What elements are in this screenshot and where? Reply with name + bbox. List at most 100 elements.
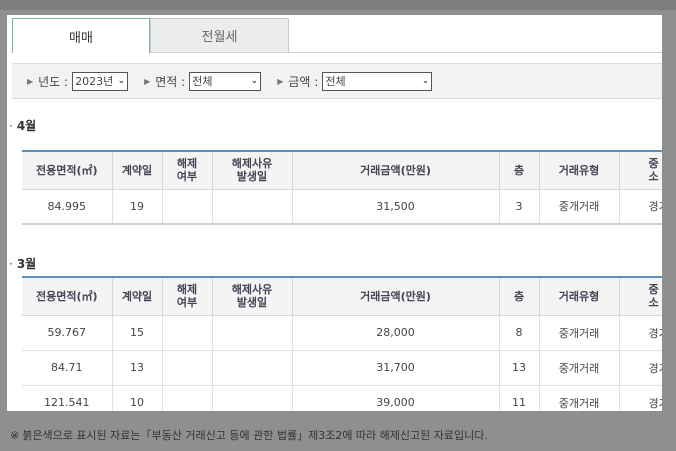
col-header-price[interactable]: 거래금액(만원) xyxy=(292,277,500,316)
col-header-contract-day[interactable]: 계약일 xyxy=(112,151,163,190)
caret-right-icon: ▶ xyxy=(27,76,34,86)
header-line: 여부 xyxy=(176,296,198,310)
area-select[interactable]: 전체 ⌄ xyxy=(189,71,262,91)
chevron-down-icon: ⌄ xyxy=(421,76,430,86)
cell-type: 중개거래 xyxy=(539,189,620,225)
table-header-row: 전용면적(㎡) 계약일 해제 여부 해제사유 발생일 거래금액(만원) 층 거래유형… xyxy=(22,277,662,316)
area-select-value: 전체 xyxy=(192,75,213,88)
col-header-trade-type: 거래유형 xyxy=(539,151,620,190)
header-line: 해제 xyxy=(176,157,198,171)
cell-area: 121.541 xyxy=(22,385,113,411)
amount-label: 금액 : xyxy=(288,74,319,89)
area-filter: ▶ 면적 : 전체 ⌄ xyxy=(144,71,262,91)
header-line: 중 xyxy=(648,157,659,171)
header-line: 해제사유 xyxy=(231,157,273,171)
header-line: 소 xyxy=(648,296,659,310)
header-line: 해제사유 xyxy=(231,283,273,297)
filter-bar: ▶ 년도 : 2023년 ⌄ ▶ 면적 : 전체 ⌄ ▶ 금액 : 전체 ⌄ xyxy=(12,63,662,99)
table-row: 121.541 10 39,000 11 중개거래 경기 xyxy=(22,385,662,411)
cell-cancel-date xyxy=(212,385,293,411)
cell-floor: 3 xyxy=(499,189,540,225)
cell-cancel-date xyxy=(212,350,293,386)
amount-filter: ▶ 금액 : 전체 ⌄ xyxy=(277,71,433,91)
col-header-cancel-date: 해제사유 발생일 xyxy=(212,151,293,190)
col-header-cancel: 해제 여부 xyxy=(162,277,213,316)
cell-area: 84.995 xyxy=(22,189,113,225)
cell-cancel-date xyxy=(212,189,293,225)
tab-divider xyxy=(150,52,662,53)
header-line: 여부 xyxy=(176,170,198,184)
cell-price: 31,500 xyxy=(292,189,500,225)
caret-right-icon: ▶ xyxy=(144,76,151,86)
cell-type: 중개거래 xyxy=(539,315,620,351)
cell-cancel-date xyxy=(212,315,293,351)
chevron-down-icon: ⌄ xyxy=(117,76,126,86)
year-select[interactable]: 2023년 ⌄ xyxy=(72,71,129,91)
cell-cancel xyxy=(162,315,213,351)
cell-cancel xyxy=(162,385,213,411)
col-header-area[interactable]: 전용면적(㎡) xyxy=(22,277,113,316)
col-header-floor[interactable]: 층 xyxy=(499,151,540,190)
cell-broker: 경기 xyxy=(619,385,662,411)
header-line: 중 xyxy=(648,283,659,297)
header-line: 발생일 xyxy=(236,170,268,184)
cell-type: 중개거래 xyxy=(539,385,620,411)
tab-rent[interactable]: 전월세 xyxy=(150,18,289,53)
table-row: 59.767 15 28,000 8 중개거래 경기 xyxy=(22,315,662,351)
cell-broker: 경기 xyxy=(619,315,662,351)
month-label: 3월 xyxy=(16,257,37,271)
footnote: ※ 붉은색으로 표시된 자료는「부동산 거래신고 등에 관한 법률」제3조2에 따… xyxy=(10,427,488,443)
cell-price: 39,000 xyxy=(292,385,500,411)
cell-day: 13 xyxy=(112,350,163,386)
cell-floor: 11 xyxy=(499,385,540,411)
col-header-price[interactable]: 거래금액(만원) xyxy=(292,151,500,190)
year-label: 년도 : xyxy=(38,74,69,89)
cell-area: 84.71 xyxy=(22,350,113,386)
col-header-area[interactable]: 전용면적(㎡) xyxy=(22,151,113,190)
cell-day: 15 xyxy=(112,315,163,351)
header-line: 소 xyxy=(648,170,659,184)
table-row: 84.71 13 31,700 13 중개거래 경기 xyxy=(22,350,662,386)
amount-select-value: 전체 xyxy=(325,75,346,88)
cell-day: 19 xyxy=(112,189,163,225)
cell-price: 31,700 xyxy=(292,350,500,386)
cell-broker: 경기 xyxy=(619,350,662,386)
month-heading-march: · 3월 xyxy=(9,257,37,271)
trade-table-march: 전용면적(㎡) 계약일 해제 여부 해제사유 발생일 거래금액(만원) 층 거래유형… xyxy=(22,276,662,411)
col-header-broker: 중소 xyxy=(619,277,662,316)
cell-area: 59.767 xyxy=(22,315,113,351)
cell-type: 중개거래 xyxy=(539,350,620,386)
tab-bar: 매매 전월세 xyxy=(12,18,289,53)
table-row: 84.995 19 31,500 3 중개거래 경기 xyxy=(22,189,662,225)
amount-select[interactable]: 전체 ⌄ xyxy=(322,71,433,91)
cell-floor: 8 xyxy=(499,315,540,351)
tab-sale[interactable]: 매매 xyxy=(12,18,150,53)
header-line: 해제 xyxy=(176,283,198,297)
trade-panel: 매매 전월세 ▶ 년도 : 2023년 ⌄ ▶ 면적 : 전체 ⌄ ▶ 금액 :… xyxy=(7,15,662,411)
col-header-cancel: 해제 여부 xyxy=(162,151,213,190)
reference-mark: ※ xyxy=(10,429,20,442)
year-select-value: 2023년 xyxy=(75,75,114,88)
col-header-broker: 중소 xyxy=(619,151,662,190)
area-label: 면적 : xyxy=(155,74,186,89)
cell-price: 28,000 xyxy=(292,315,500,351)
col-header-cancel-date: 해제사유 발생일 xyxy=(212,277,293,316)
chevron-down-icon: ⌄ xyxy=(250,76,259,86)
col-header-contract-day[interactable]: 계약일 xyxy=(112,277,163,316)
cell-broker: 경기 xyxy=(619,189,662,225)
table-header-row: 전용면적(㎡) 계약일 해제 여부 해제사유 발생일 거래금액(만원) 층 거래유형… xyxy=(22,151,662,190)
col-header-trade-type: 거래유형 xyxy=(539,277,620,316)
cell-cancel xyxy=(162,189,213,225)
trade-table-april: 전용면적(㎡) 계약일 해제 여부 해제사유 발생일 거래금액(만원) 층 거래유형… xyxy=(22,150,662,225)
cell-cancel xyxy=(162,350,213,386)
month-label: 4월 xyxy=(16,119,37,133)
cell-day: 10 xyxy=(112,385,163,411)
cell-floor: 13 xyxy=(499,350,540,386)
footnote-text: 붉은색으로 표시된 자료는「부동산 거래신고 등에 관한 법률」제3조2에 따라… xyxy=(22,429,488,442)
header-line: 발생일 xyxy=(236,296,268,310)
year-filter: ▶ 년도 : 2023년 ⌄ xyxy=(27,71,129,91)
window-top-strip xyxy=(0,0,676,10)
month-heading-april: · 4월 xyxy=(9,119,37,133)
caret-right-icon: ▶ xyxy=(277,76,284,86)
col-header-floor[interactable]: 층 xyxy=(499,277,540,316)
